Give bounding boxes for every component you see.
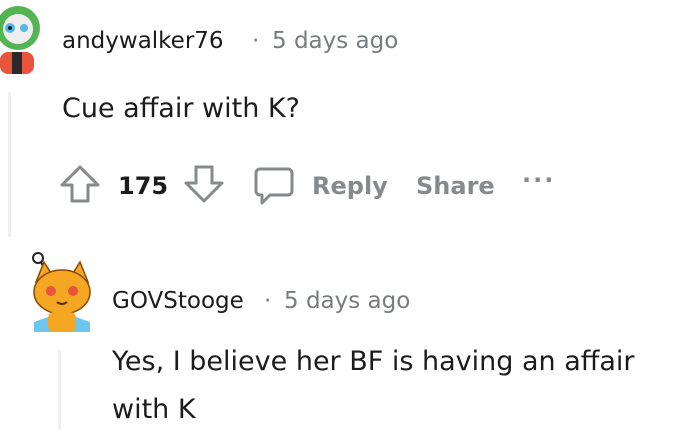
comment: andywalker76 · 5 days ago Cue affair wit…: [0, 0, 700, 237]
thread-line[interactable]: [8, 92, 11, 237]
comment-author[interactable]: andywalker76: [62, 28, 224, 54]
meta-separator: ·: [252, 28, 260, 54]
share-button[interactable]: Share: [416, 172, 495, 200]
snoo-cat-avatar-icon: [32, 252, 91, 332]
downvote-button[interactable]: [182, 162, 226, 206]
upvote-arrow-icon: [60, 165, 100, 203]
avatar[interactable]: [26, 246, 96, 336]
comment-author[interactable]: GOVStooge: [112, 288, 244, 314]
meta-separator: ·: [264, 288, 272, 314]
vote-count: 175: [118, 172, 169, 200]
reddit-avatar-icon: [0, 6, 40, 74]
comment-bubble-icon: [254, 167, 294, 205]
comment-timestamp[interactable]: 5 days ago: [272, 28, 398, 54]
comment-reply: GOVStooge · 5 days ago Yes, I believe he…: [0, 240, 700, 429]
downvote-arrow-icon: [184, 165, 224, 203]
upvote-button[interactable]: [58, 162, 102, 206]
comment-body: Yes, I believe her BF is having an affai…: [112, 346, 635, 425]
comment-timestamp[interactable]: 5 days ago: [284, 288, 410, 314]
avatar[interactable]: [0, 0, 44, 74]
more-options-button[interactable]: ···: [522, 166, 555, 194]
comment-body: Cue affair with K?: [62, 93, 300, 124]
reply-label: Reply: [312, 172, 388, 200]
reply-button[interactable]: Reply: [252, 160, 392, 208]
thread-line[interactable]: [58, 350, 61, 429]
